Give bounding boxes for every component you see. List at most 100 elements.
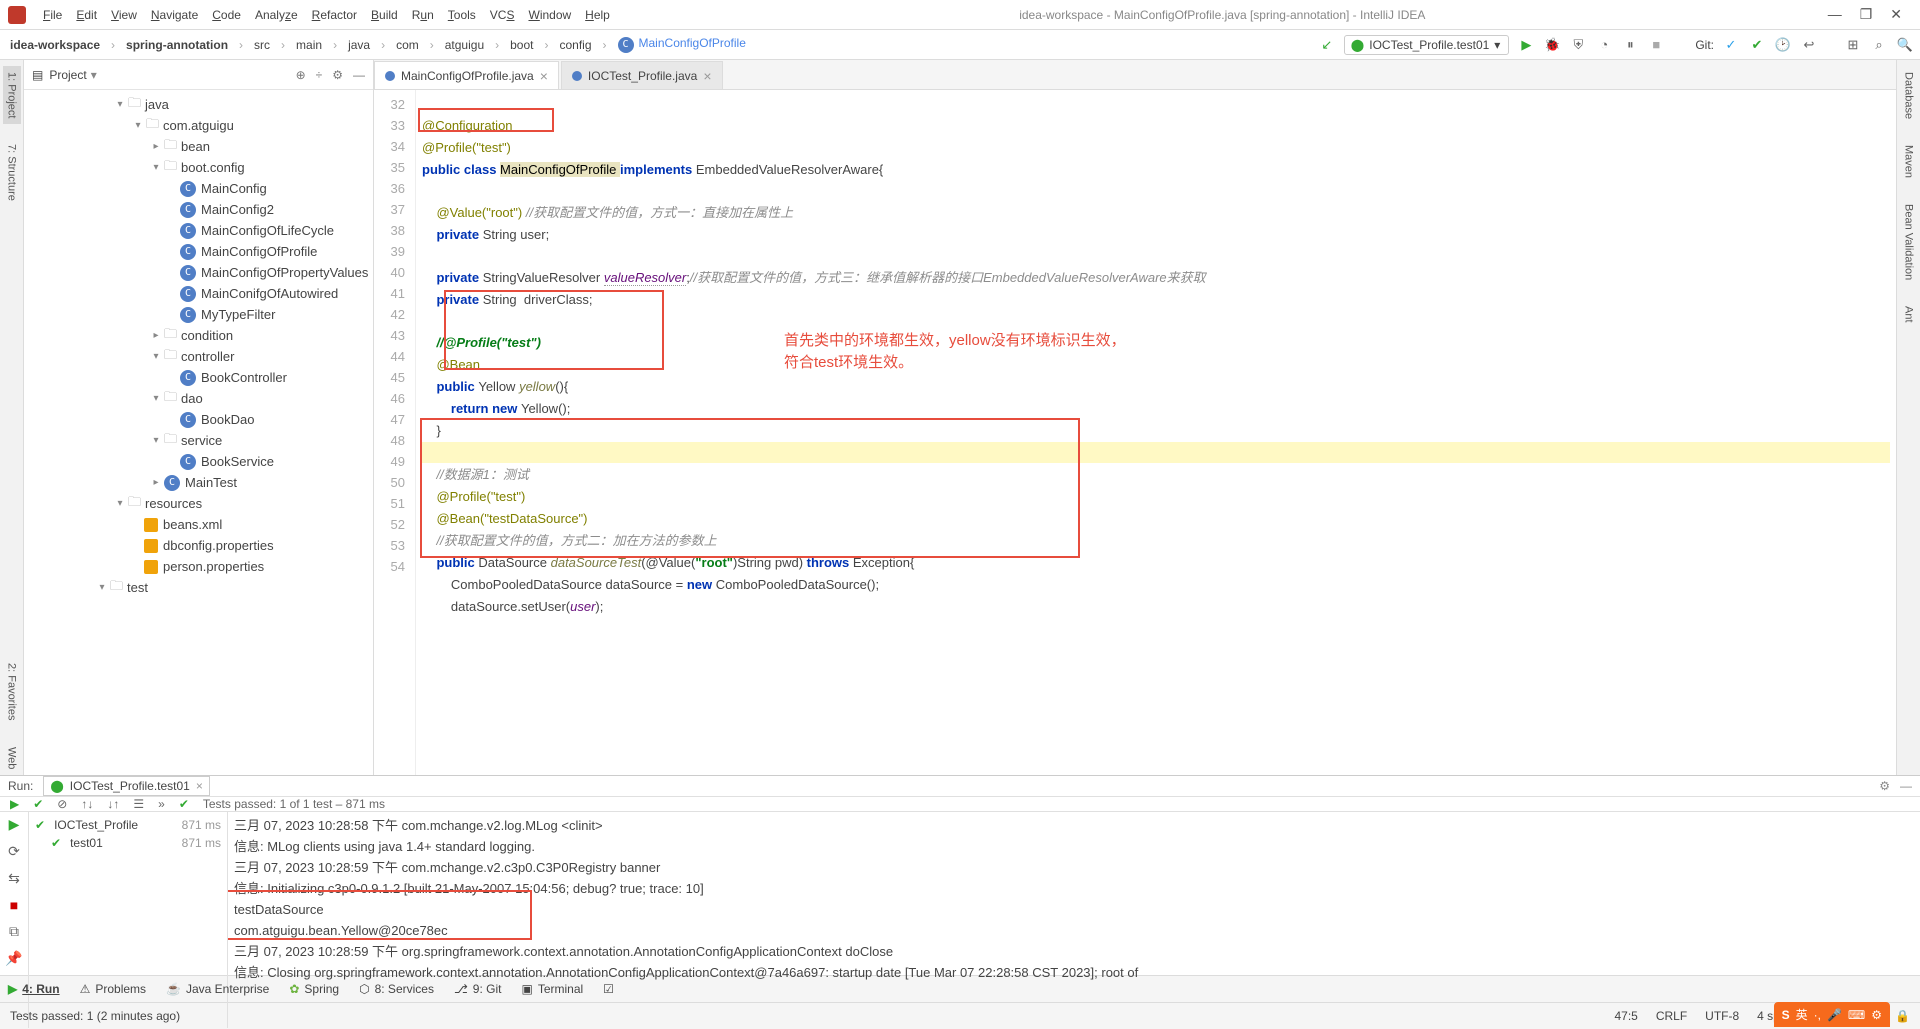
crumb[interactable]: idea-workspace: [6, 36, 104, 54]
vcs-history-icon[interactable]: 🕑: [1774, 36, 1792, 54]
sidebar-item-bean-validation[interactable]: Bean Validation: [1900, 198, 1918, 286]
tree-class[interactable]: CBookDao: [24, 409, 373, 430]
tree-folder[interactable]: ▾🗀java: [24, 94, 373, 115]
target-icon[interactable]: ⊕: [296, 68, 306, 82]
project-panel-title[interactable]: Project: [49, 68, 86, 82]
menu-help[interactable]: Help: [578, 0, 617, 30]
sidebar-item-web[interactable]: Web: [3, 741, 21, 775]
tab-ioctest-profile[interactable]: IOCTest_Profile.java×: [561, 61, 723, 89]
tree-class[interactable]: CMainConfig: [24, 178, 373, 199]
test-node[interactable]: test01871 ms: [35, 834, 221, 852]
tree-file[interactable]: beans.xml: [24, 514, 373, 535]
tree-folder[interactable]: ▾🗀boot.config: [24, 157, 373, 178]
crumb[interactable]: atguigu: [441, 36, 488, 54]
run-configuration-dropdown[interactable]: ⬤IOCTest_Profile.test01▾: [1344, 35, 1510, 55]
sort-2-icon[interactable]: ↓↑: [107, 797, 119, 811]
tree-folder[interactable]: ▸🗀bean: [24, 136, 373, 157]
tree-file[interactable]: dbconfig.properties: [24, 535, 373, 556]
project-tree[interactable]: ▾🗀java ▾🗀com.atguigu ▸🗀bean ▾🗀boot.confi…: [24, 90, 373, 775]
tree-class[interactable]: CMyTypeFilter: [24, 304, 373, 325]
sidebar-item-database[interactable]: Database: [1900, 66, 1918, 125]
menu-analyze[interactable]: Analyze: [248, 0, 305, 30]
console-output[interactable]: 三月 07, 2023 10:28:58 下午 com.mchange.v2.l…: [228, 812, 1920, 1028]
sidebar-item-project[interactable]: 1: Project: [3, 66, 21, 124]
layout-icon[interactable]: ⧉: [9, 923, 19, 940]
show-passed-icon[interactable]: ✔: [33, 797, 43, 811]
crumb[interactable]: CMainConfigOfProfile: [614, 34, 750, 55]
tree-folder[interactable]: ▾🗀resources: [24, 493, 373, 514]
pin-icon[interactable]: 📌: [5, 950, 22, 967]
search-everywhere-icon[interactable]: 🔍: [1896, 36, 1914, 54]
crumb[interactable]: main: [292, 36, 326, 54]
inspect-icon[interactable]: ⌕: [1870, 36, 1888, 54]
sort-icon[interactable]: ↑↓: [81, 797, 93, 811]
menu-refactor[interactable]: Refactor: [305, 0, 364, 30]
profile-icon[interactable]: ◔: [1595, 36, 1613, 54]
tree-folder[interactable]: ▾🗀test: [24, 577, 373, 598]
prev-icon[interactable]: »: [158, 797, 165, 811]
menu-file[interactable]: File: [36, 0, 69, 30]
coverage-icon[interactable]: ⛨: [1569, 36, 1587, 54]
tree-class[interactable]: CMainConifgOfAutowired: [24, 283, 373, 304]
tree-class[interactable]: CMainConfigOfProfile: [24, 241, 373, 262]
menu-view[interactable]: View: [104, 0, 144, 30]
tree-class[interactable]: CBookService: [24, 451, 373, 472]
tree-folder[interactable]: ▾🗀com.atguigu: [24, 115, 373, 136]
crumb[interactable]: src: [250, 36, 274, 54]
tab-problems[interactable]: ⚠Problems: [80, 982, 146, 996]
tree-folder[interactable]: ▾🗀service: [24, 430, 373, 451]
menu-run[interactable]: Run: [405, 0, 441, 30]
run-icon[interactable]: ▶: [1517, 36, 1535, 54]
collapse-icon[interactable]: ÷: [316, 68, 323, 82]
tab-mainconfigofprofile[interactable]: MainConfigOfProfile.java×: [374, 61, 559, 89]
close-tab-icon[interactable]: ×: [703, 68, 711, 84]
crumb[interactable]: com: [392, 36, 423, 54]
test-node[interactable]: IOCTest_Profile871 ms: [35, 816, 221, 834]
close-tab-icon[interactable]: ×: [540, 68, 548, 84]
back-icon[interactable]: ↙: [1318, 36, 1336, 54]
vcs-update-icon[interactable]: ✓: [1722, 36, 1740, 54]
overflow-icon[interactable]: ⊞: [1844, 36, 1862, 54]
show-ignored-icon[interactable]: ⊘: [57, 797, 67, 811]
tree-class[interactable]: CMainConfigOfPropertyValues: [24, 262, 373, 283]
tree-class[interactable]: CMainConfigOfLifeCycle: [24, 220, 373, 241]
stop-icon[interactable]: ■: [1647, 36, 1665, 54]
attach-icon[interactable]: ⏸: [1621, 36, 1639, 54]
tree-folder[interactable]: ▸🗀condition: [24, 325, 373, 346]
tree-class[interactable]: CBookController: [24, 367, 373, 388]
stop-button[interactable]: ■: [10, 897, 18, 913]
crumb[interactable]: boot: [506, 36, 537, 54]
menu-window[interactable]: Window: [521, 0, 578, 30]
rerun-icon[interactable]: ▶: [10, 797, 19, 811]
hide-icon[interactable]: —: [1900, 779, 1912, 793]
sidebar-item-ant[interactable]: Ant: [1900, 300, 1918, 329]
hide-icon[interactable]: —: [353, 68, 365, 82]
sidebar-item-structure[interactable]: 7: Structure: [3, 138, 21, 207]
expand-all-icon[interactable]: ☰: [133, 797, 144, 811]
vcs-revert-icon[interactable]: ↩: [1800, 36, 1818, 54]
maximize-icon[interactable]: ❐: [1860, 6, 1873, 23]
tab-run[interactable]: ▶4: Run: [8, 982, 60, 996]
tree-folder[interactable]: ▾🗀dao: [24, 388, 373, 409]
close-window-icon[interactable]: ✕: [1890, 6, 1902, 23]
menu-build[interactable]: Build: [364, 0, 405, 30]
crumb[interactable]: spring-annotation: [122, 36, 232, 54]
rerun-failed-icon[interactable]: ⟳: [8, 843, 20, 860]
tree-class[interactable]: ▸CMainTest: [24, 472, 373, 493]
sidebar-item-favorites[interactable]: 2: Favorites: [3, 657, 21, 726]
crumb[interactable]: config: [555, 36, 595, 54]
toggle-icon[interactable]: ⇆: [8, 870, 20, 887]
menu-code[interactable]: Code: [205, 0, 248, 30]
code-editor[interactable]: 3233343536373839404142434445464748495051…: [374, 90, 1896, 775]
sidebar-item-maven[interactable]: Maven: [1900, 139, 1918, 184]
tree-folder[interactable]: ▾🗀controller: [24, 346, 373, 367]
tree-class[interactable]: CMainConfig2: [24, 199, 373, 220]
menu-tools[interactable]: Tools: [441, 0, 483, 30]
run-settings-icon[interactable]: ⚙: [1879, 779, 1890, 793]
settings-icon[interactable]: ⚙: [332, 68, 343, 82]
menu-edit[interactable]: Edit: [69, 0, 104, 30]
vcs-commit-icon[interactable]: ✔: [1748, 36, 1766, 54]
debug-icon[interactable]: 🐞: [1543, 36, 1561, 54]
menu-navigate[interactable]: Navigate: [144, 0, 205, 30]
crumb[interactable]: java: [344, 36, 374, 54]
